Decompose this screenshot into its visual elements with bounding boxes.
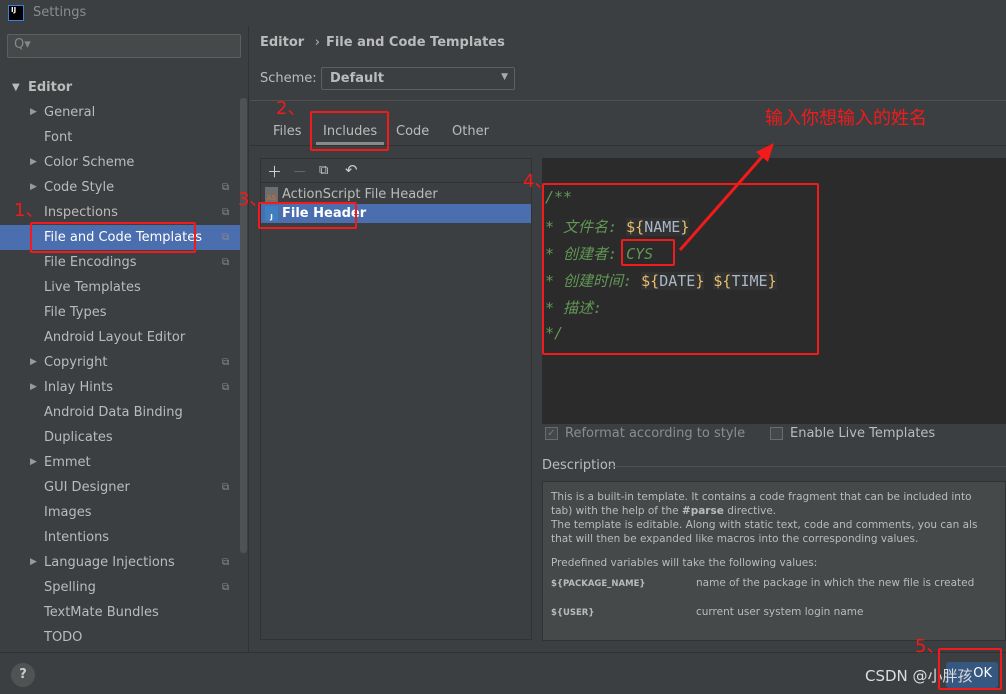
sidebar-item[interactable]: Font [0,125,240,150]
live-templates-checkbox[interactable] [770,427,783,440]
sidebar-item-label: Copyright [44,355,108,370]
sidebar-item-label: File Encodings [44,255,137,270]
annotation-number: 2、 [276,98,306,119]
sidebar-item-label: Intentions [44,530,110,545]
project-scope-icon: ⧉ [222,182,230,193]
project-scope-icon: ⧉ [222,207,230,218]
description-label: Description [542,458,617,473]
dialog-footer [0,652,1006,694]
sidebar-item[interactable]: Duplicates [0,425,240,450]
sidebar-item[interactable]: TODO [0,625,240,650]
project-scope-icon: ⧉ [222,232,230,243]
sidebar-item-label: Android Layout Editor [44,330,186,345]
sidebar-item-label: TODO [44,630,83,645]
project-scope-icon: ⧉ [222,557,230,568]
reformat-checkbox[interactable]: ✓ [545,427,558,440]
annotation-box-5 [938,648,1002,690]
chevron-down-icon: ▼ [501,72,508,82]
annotation-note: 输入你想输入的姓名 [765,108,927,129]
annotation-number: 5、 [915,636,945,657]
divider [608,466,1006,467]
template-list [260,158,532,640]
chevron-right-icon: ▶ [30,457,37,467]
help-button[interactable]: ? [11,663,35,687]
description-panel: This is a built-in template. It contains… [542,481,1006,641]
sidebar-item[interactable]: Live Templates [0,275,240,300]
sidebar-item[interactable]: ▶ Inlay Hints ⧉ [0,375,240,400]
chevron-right-icon: ▶ [30,357,37,367]
scheme-dropdown[interactable]: Default ▼ [321,67,515,90]
sidebar-item[interactable]: ▶ Language Injections ⧉ [0,550,240,575]
live-templates-label: Enable Live Templates [790,426,936,441]
sidebar-item[interactable]: ▶ Color Scheme [0,150,240,175]
sidebar-item-label: Font [44,130,73,145]
scheme-label: Scheme: [260,71,317,86]
expanded-arrow-icon: ▼ [12,82,20,93]
intellij-logo: IJ [8,5,24,21]
sidebar-scrollbar[interactable] [240,98,247,553]
add-icon[interactable]: ＋ [267,161,282,182]
sidebar-item[interactable]: Android Layout Editor [0,325,240,350]
sidebar-item-label: Emmet [44,455,91,470]
title-bar [0,0,1006,26]
sidebar-item[interactable]: TextMate Bundles [0,600,240,625]
sidebar-item[interactable]: File Types [0,300,240,325]
search-icon: Q▾ [14,37,31,52]
sidebar-item-label: Live Templates [44,280,141,295]
chevron-right-icon: ▶ [30,382,37,392]
project-scope-icon: ⧉ [222,582,230,593]
annotation-number: 3、 [238,189,268,210]
annotation-number: 4、 [523,171,553,192]
sidebar-item-label: Spelling [44,580,96,595]
sidebar-item[interactable]: ▶ Copyright ⧉ [0,350,240,375]
project-scope-icon: ⧉ [222,382,230,393]
chevron-right-icon: ▶ [30,557,37,567]
window-title: Settings [33,5,87,20]
sidebar-item[interactable]: Intentions [0,525,240,550]
annotation-number: 1、 [14,200,44,221]
breadcrumb: Editor › File and Code Templates [260,35,505,50]
chevron-right-icon: ▶ [30,107,37,117]
sidebar-item[interactable]: ▶ Emmet [0,450,240,475]
annotation-box-2 [310,111,389,151]
sidebar-section-editor[interactable]: ▼ Editor [0,75,240,100]
sidebar-item-label: Images [44,505,92,520]
project-scope-icon: ⧉ [222,257,230,268]
annotation-box-1 [30,222,196,253]
sidebar-item-label: General [44,105,96,120]
annotation-box-name [621,239,675,266]
sidebar-item-label: Code Style [44,180,115,195]
tab-other[interactable]: Other [452,124,489,139]
sidebar-item-label: Color Scheme [44,155,135,170]
reformat-label: Reformat according to style [565,426,746,441]
sidebar-item[interactable]: GUI Designer ⧉ [0,475,240,500]
sidebar-item-label: GUI Designer [44,480,130,495]
divider [250,100,1006,101]
copy-icon[interactable]: ⧉ [319,163,328,178]
annotation-arrow [678,143,774,251]
project-scope-icon: ⧉ [222,482,230,493]
sidebar-item-label: TextMate Bundles [44,605,159,620]
sidebar-item-label: Duplicates [44,430,113,445]
sidebar-item[interactable]: Spelling ⧉ [0,575,240,600]
sidebar-item-label: File Types [44,305,107,320]
sidebar-item[interactable]: File Encodings ⧉ [0,250,240,275]
chevron-right-icon: ▶ [30,157,37,167]
sidebar-item[interactable]: Android Data Binding [0,400,240,425]
reset-icon[interactable]: ↶ [345,161,358,179]
annotation-box-3 [258,202,357,229]
settings-search-input[interactable]: Q▾ [7,34,241,58]
remove-icon[interactable]: － [292,161,307,182]
sidebar-item-label: Language Injections [44,555,175,570]
tab-code[interactable]: Code [396,124,429,139]
sidebar-item[interactable]: ▶ General [0,100,240,125]
tab-files[interactable]: Files [273,124,302,139]
sidebar-item-label: Inlay Hints [44,380,113,395]
project-scope-icon: ⧉ [222,357,230,368]
sidebar-item-label: Android Data Binding [44,405,183,420]
sidebar-item[interactable]: Images [0,500,240,525]
